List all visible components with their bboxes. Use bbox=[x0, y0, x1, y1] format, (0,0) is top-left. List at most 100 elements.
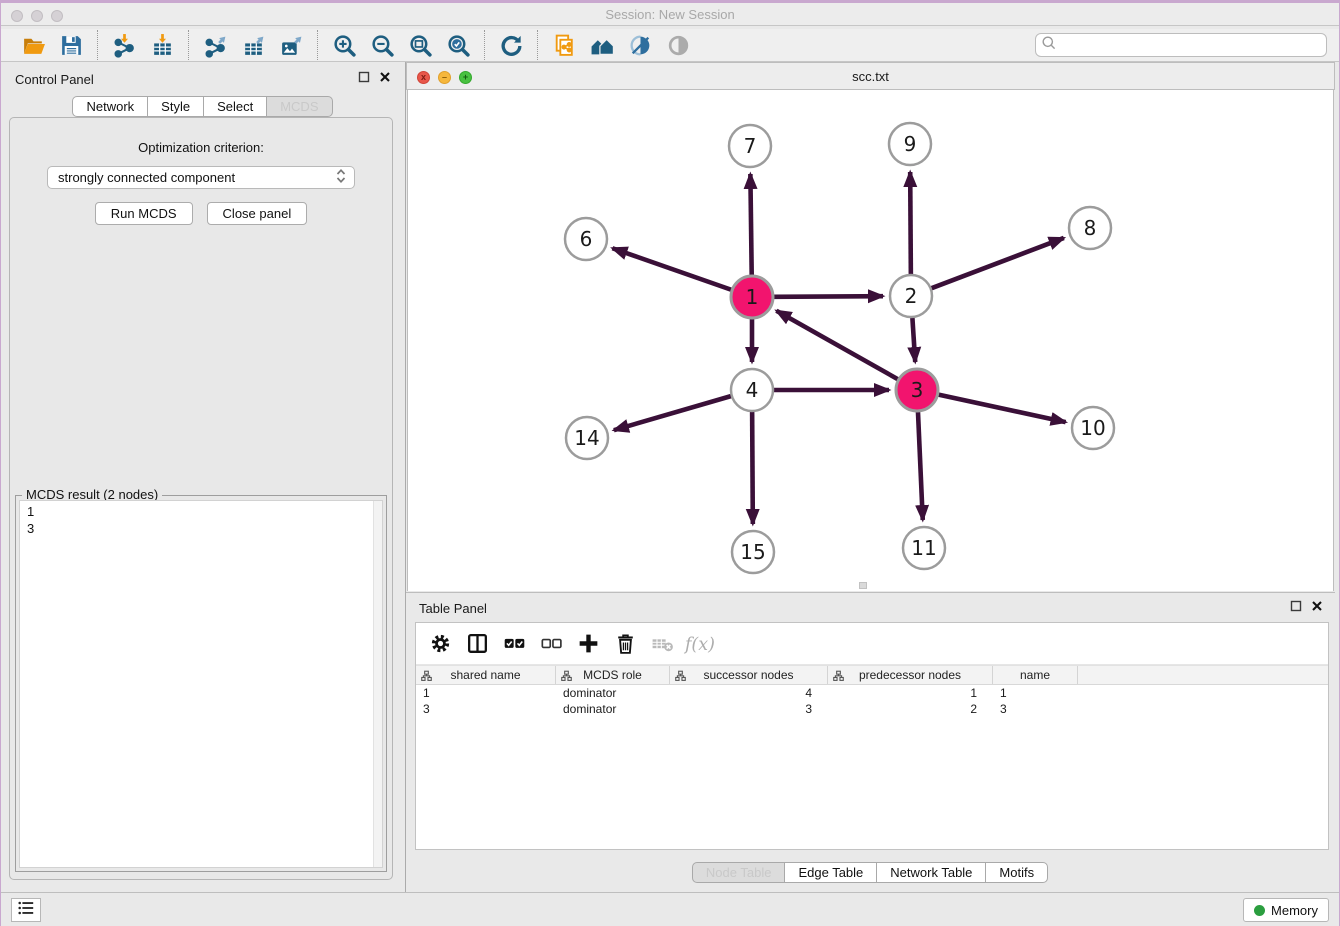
table-panel-title: Table Panel bbox=[419, 601, 487, 616]
memory-button[interactable]: Memory bbox=[1243, 898, 1329, 922]
share-network-document-button[interactable] bbox=[545, 31, 583, 59]
result-scrollbar[interactable] bbox=[373, 501, 382, 867]
float-table-panel-icon[interactable] bbox=[1290, 600, 1302, 612]
column-header-name[interactable]: name bbox=[993, 666, 1078, 684]
zoom-out-button[interactable] bbox=[363, 31, 401, 59]
table-row[interactable]: 1dominator411 bbox=[416, 685, 1328, 701]
delete-column-button[interactable] bbox=[609, 629, 642, 659]
zoom-in-button[interactable] bbox=[325, 31, 363, 59]
tab-style[interactable]: Style bbox=[147, 96, 204, 117]
window-title: Session: New Session bbox=[1, 7, 1339, 22]
mcds-result-text: 1 3 bbox=[20, 501, 382, 537]
node-label-15: 15 bbox=[740, 540, 765, 564]
canvas-scroll-handle[interactable] bbox=[859, 582, 867, 589]
tab-mcds[interactable]: MCDS bbox=[266, 96, 332, 117]
task-history-button[interactable] bbox=[11, 898, 41, 922]
tab-network[interactable]: Network bbox=[72, 96, 148, 117]
control-panel: Control Panel NetworkStyleSelectMCDS Opt… bbox=[1, 62, 406, 892]
edge-1-2[interactable] bbox=[774, 296, 883, 297]
search-box[interactable] bbox=[1035, 33, 1327, 57]
edge-2-9[interactable] bbox=[910, 172, 911, 274]
run-mcds-button[interactable]: Run MCDS bbox=[95, 202, 193, 225]
column-header-predecessor-nodes[interactable]: predecessor nodes bbox=[828, 666, 993, 684]
mcds-result-area[interactable]: 1 3 bbox=[19, 500, 383, 868]
table-cell[interactable]: 3 bbox=[993, 701, 1078, 717]
tab-motifs[interactable]: Motifs bbox=[985, 862, 1048, 883]
edge-1-6[interactable] bbox=[612, 248, 731, 290]
toolbar-group bbox=[537, 30, 704, 60]
import-network-icon bbox=[112, 33, 137, 58]
import-network-button[interactable] bbox=[105, 31, 143, 59]
table-cell[interactable]: 1 bbox=[993, 685, 1078, 701]
table-settings-button[interactable] bbox=[424, 629, 457, 659]
table-cell[interactable]: dominator bbox=[556, 701, 670, 717]
zoom-fit-button[interactable] bbox=[401, 31, 439, 59]
visual-style-preview-button[interactable] bbox=[621, 31, 659, 59]
node-label-2: 2 bbox=[905, 284, 918, 308]
toolbar-group bbox=[317, 30, 484, 60]
split-panel-button[interactable] bbox=[461, 629, 494, 659]
tab-node-table[interactable]: Node Table bbox=[692, 862, 786, 883]
table-cell[interactable]: 1 bbox=[416, 685, 556, 701]
table-cell[interactable]: dominator bbox=[556, 685, 670, 701]
table-cell[interactable]: 1 bbox=[828, 685, 993, 701]
edge-2-3[interactable] bbox=[912, 318, 915, 362]
save-session-button[interactable] bbox=[52, 31, 90, 59]
column-header-shared-name[interactable]: shared name bbox=[416, 666, 556, 684]
edge-3-1[interactable] bbox=[776, 311, 897, 379]
export-network-button[interactable] bbox=[196, 31, 234, 59]
node-label-9: 9 bbox=[904, 132, 917, 156]
float-panel-icon[interactable] bbox=[358, 71, 370, 83]
export-image-button[interactable] bbox=[272, 31, 310, 59]
export-image-icon bbox=[279, 33, 304, 58]
select-all-button[interactable] bbox=[498, 629, 531, 659]
edge-3-10[interactable] bbox=[939, 395, 1066, 422]
toggle-details-button[interactable] bbox=[659, 31, 697, 59]
tab-edge-table[interactable]: Edge Table bbox=[784, 862, 877, 883]
table-cell[interactable]: 2 bbox=[828, 701, 993, 717]
table-cell[interactable]: 4 bbox=[670, 685, 828, 701]
deselect-all-button[interactable] bbox=[535, 629, 568, 659]
network-view-window: x – + scc.txt 1234678910111415 bbox=[406, 62, 1335, 592]
edge-3-11[interactable] bbox=[918, 412, 923, 520]
home-button[interactable] bbox=[583, 31, 621, 59]
network-canvas[interactable]: 1234678910111415 bbox=[407, 90, 1334, 591]
network-window-titlebar[interactable]: x – + scc.txt bbox=[406, 62, 1335, 90]
export-table-button[interactable] bbox=[234, 31, 272, 59]
close-panel-icon[interactable] bbox=[379, 71, 391, 83]
toolbar-group bbox=[7, 30, 97, 60]
node-label-4: 4 bbox=[746, 378, 759, 402]
close-table-panel-icon[interactable] bbox=[1311, 600, 1323, 612]
column-header-successor-nodes[interactable]: successor nodes bbox=[670, 666, 828, 684]
svg-text:f(x): f(x) bbox=[683, 634, 715, 654]
tab-select[interactable]: Select bbox=[203, 96, 267, 117]
network-graph[interactable]: 1234678910111415 bbox=[408, 90, 1335, 591]
tab-network-table[interactable]: Network Table bbox=[876, 862, 986, 883]
edge-4-14[interactable] bbox=[614, 396, 731, 430]
optimization-criterion-select[interactable]: strongly connected component bbox=[47, 166, 355, 189]
memory-status-dot bbox=[1254, 905, 1265, 916]
edge-4-15[interactable] bbox=[752, 412, 753, 524]
refresh-view-button[interactable] bbox=[492, 31, 530, 59]
selected-option: strongly connected component bbox=[58, 170, 334, 185]
open-file-button[interactable] bbox=[14, 31, 52, 59]
search-icon bbox=[1041, 35, 1057, 56]
add-column-button[interactable] bbox=[572, 629, 605, 659]
table-cell[interactable]: 3 bbox=[416, 701, 556, 717]
import-table-button[interactable] bbox=[143, 31, 181, 59]
node-label-7: 7 bbox=[744, 134, 757, 158]
column-header-MCDS-role[interactable]: MCDS role bbox=[556, 666, 670, 684]
application-window: Session: New Session Control Panel Netwo… bbox=[0, 0, 1340, 926]
table-row[interactable]: 3dominator323 bbox=[416, 701, 1328, 717]
close-panel-button[interactable]: Close panel bbox=[207, 202, 308, 225]
table-tabs: Node TableEdge TableNetwork TableMotifs bbox=[406, 862, 1335, 883]
search-input[interactable] bbox=[1057, 38, 1326, 52]
export-network-icon bbox=[203, 33, 228, 58]
edge-2-8[interactable] bbox=[932, 238, 1064, 288]
list-icon bbox=[16, 899, 36, 922]
table-cell[interactable]: 3 bbox=[670, 701, 828, 717]
node-label-14: 14 bbox=[574, 426, 599, 450]
select-stepper-icon bbox=[334, 167, 348, 188]
edge-1-7[interactable] bbox=[750, 174, 751, 275]
zoom-selected-button[interactable] bbox=[439, 31, 477, 59]
